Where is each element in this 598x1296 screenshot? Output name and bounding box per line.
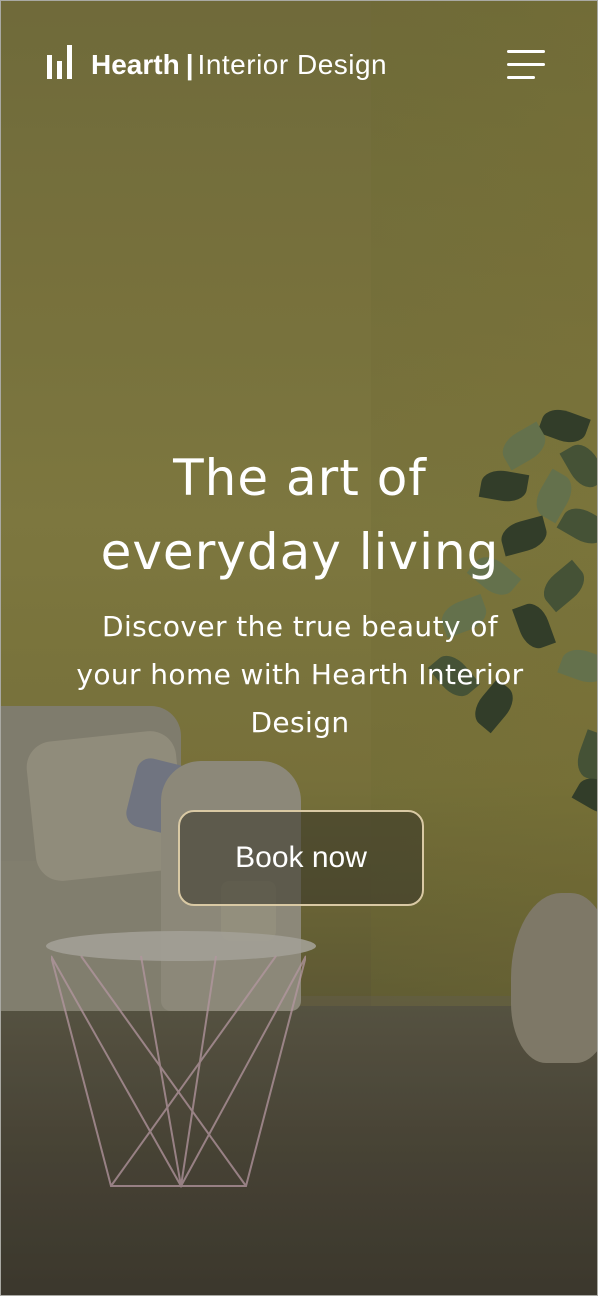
hero-content: The art of everyday living Discover the … xyxy=(1,441,597,747)
hero-title-line2: everyday living xyxy=(100,523,500,581)
hero-title-line1: The art of xyxy=(173,449,427,507)
hero-screen: Hearth | Interior Design The art of everyd… xyxy=(0,0,598,1296)
site-header: Hearth | Interior Design xyxy=(1,1,597,131)
hamburger-menu-icon[interactable] xyxy=(501,41,553,91)
brand-logo[interactable]: Hearth | Interior Design xyxy=(91,48,387,82)
hero-subtitle: Discover the true beauty of your home wi… xyxy=(76,610,524,739)
book-now-button[interactable]: Book now xyxy=(178,810,424,906)
brand-name: Hearth xyxy=(91,49,180,80)
brand-separator: | xyxy=(185,49,194,80)
hero-title: The art of everyday living xyxy=(1,441,597,589)
bar-logo-icon xyxy=(47,45,72,79)
brand-tagline: Interior Design xyxy=(197,49,388,80)
